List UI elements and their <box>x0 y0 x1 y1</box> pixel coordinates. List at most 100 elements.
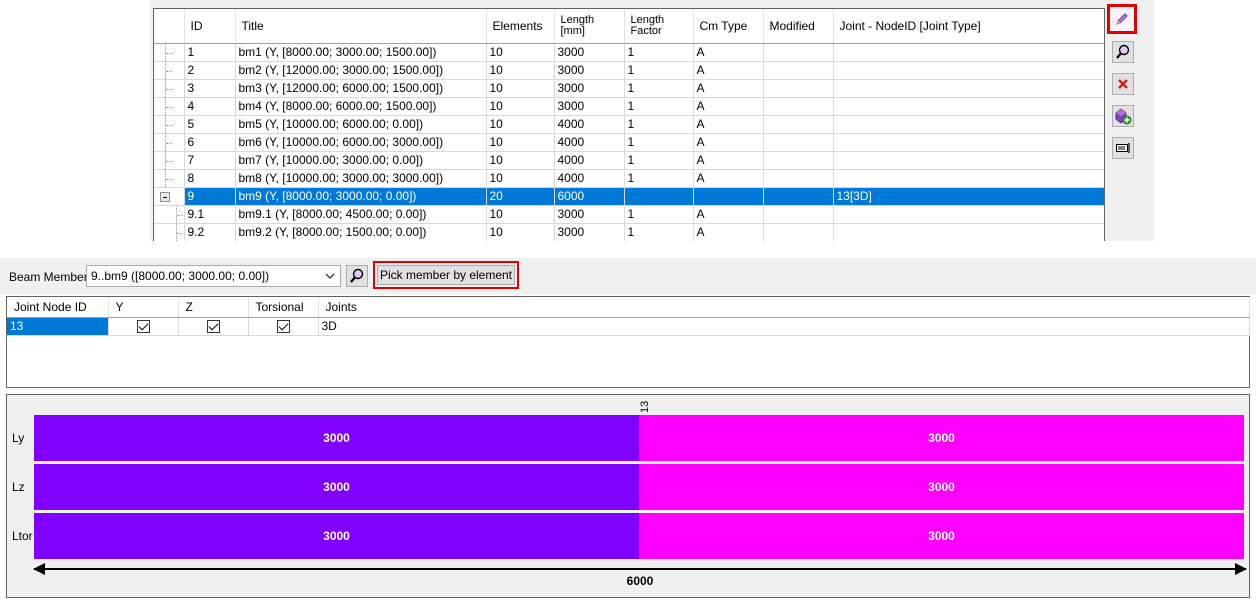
length-factor-cell[interactable]: 1 <box>624 115 694 134</box>
column-header-title[interactable]: Title <box>235 9 487 44</box>
joint-y-cell[interactable] <box>108 317 179 336</box>
length-cell[interactable]: 4000 <box>554 151 625 170</box>
edit-button[interactable] <box>1107 4 1137 34</box>
id-cell[interactable]: 7 <box>184 151 236 170</box>
beam-member-row[interactable]: 9.1 bm9.1 (Y, [8000.00; 4500.00; 0.00]) 10… <box>154 205 1104 224</box>
pick-member-by-element-button[interactable]: Pick member by element <box>373 261 519 289</box>
column-header-id[interactable]: ID <box>184 9 236 44</box>
joint-z-cell[interactable] <box>178 317 249 336</box>
elements-cell[interactable]: 10 <box>486 205 555 224</box>
elements-cell[interactable]: 10 <box>486 169 555 188</box>
joint-cell[interactable] <box>833 205 1104 224</box>
id-cell[interactable]: 9 <box>184 187 236 206</box>
title-cell[interactable]: bm9.1 (Y, [8000.00; 4500.00; 0.00]) <box>235 205 487 224</box>
length-factor-cell[interactable]: 1 <box>624 97 694 116</box>
length-factor-cell[interactable]: 1 <box>624 133 694 152</box>
beam-member-row[interactable]: 5 bm5 (Y, [10000.00; 6000.00; 0.00]) 10 400… <box>154 115 1104 134</box>
title-cell[interactable]: bm8 (Y, [10000.00; 3000.00; 3000.00]) <box>235 169 487 188</box>
length-cell[interactable]: 6000 <box>554 187 625 206</box>
beam-member-row[interactable]: 6 bm6 (Y, [10000.00; 6000.00; 3000.00]) 10… <box>154 133 1104 152</box>
modified-cell[interactable] <box>763 223 834 241</box>
row-tree-cell[interactable] <box>154 97 185 116</box>
row-tree-cell[interactable] <box>154 151 185 170</box>
length-factor-cell[interactable]: 1 <box>624 61 694 80</box>
cm-type-cell[interactable]: A <box>693 133 764 152</box>
title-cell[interactable]: bm6 (Y, [10000.00; 6000.00; 3000.00]) <box>235 133 487 152</box>
length-cell[interactable]: 4000 <box>554 169 625 188</box>
id-cell[interactable]: 2 <box>184 61 236 80</box>
joint-cell[interactable] <box>833 151 1104 170</box>
cm-type-cell[interactable]: A <box>693 223 764 241</box>
joints-row[interactable]: 13 3D <box>7 317 1250 336</box>
beam-member-row[interactable]: 1 bm1 (Y, [8000.00; 3000.00; 1500.00]) 10 3… <box>154 43 1104 62</box>
cm-type-cell[interactable] <box>693 187 764 206</box>
length-cell[interactable]: 4000 <box>554 133 625 152</box>
row-tree-cell[interactable] <box>154 223 185 241</box>
beam-member-row[interactable]: 9.2 bm9.2 (Y, [8000.00; 1500.00; 0.00]) 10… <box>154 223 1104 241</box>
id-cell[interactable]: 6 <box>184 133 236 152</box>
elements-cell[interactable]: 20 <box>486 187 555 206</box>
length-cell[interactable]: 3000 <box>554 205 625 224</box>
id-cell[interactable]: 1 <box>184 43 236 62</box>
joint-torsional-checkbox[interactable] <box>276 320 290 334</box>
joint-node-id-cell[interactable]: 13 <box>7 317 109 336</box>
joint-cell[interactable] <box>833 79 1104 98</box>
id-cell[interactable]: 3 <box>184 79 236 98</box>
modified-cell[interactable] <box>763 79 834 98</box>
column-header-cm-type[interactable]: Cm Type <box>693 9 764 44</box>
id-cell[interactable]: 4 <box>184 97 236 116</box>
length-factor-cell[interactable]: 1 <box>624 43 694 62</box>
length-factor-cell[interactable]: 1 <box>624 205 694 224</box>
elements-cell[interactable]: 10 <box>486 133 555 152</box>
modified-cell[interactable] <box>763 61 834 80</box>
id-cell[interactable]: 8 <box>184 169 236 188</box>
joint-cell[interactable] <box>833 97 1104 116</box>
beam-member-row[interactable]: 4 bm4 (Y, [8000.00; 6000.00; 1500.00]) 10 3… <box>154 97 1104 116</box>
cm-type-cell[interactable]: A <box>693 43 764 62</box>
cm-type-cell[interactable]: A <box>693 205 764 224</box>
joint-cell[interactable]: 13[3D] <box>833 187 1104 206</box>
joint-cell[interactable] <box>833 223 1104 241</box>
row-tree-cell[interactable] <box>154 115 185 134</box>
title-cell[interactable]: bm9 (Y, [8000.00; 3000.00; 0.00]) <box>235 187 487 206</box>
cm-type-cell[interactable]: A <box>693 61 764 80</box>
row-tree-cell[interactable] <box>154 169 185 188</box>
joint-z-checkbox[interactable] <box>206 320 220 334</box>
joint-cell[interactable] <box>833 61 1104 80</box>
length-cell[interactable]: 3000 <box>554 43 625 62</box>
modified-cell[interactable] <box>763 205 834 224</box>
cm-type-cell[interactable]: A <box>693 115 764 134</box>
cm-type-cell[interactable]: A <box>693 97 764 116</box>
collapse-icon[interactable] <box>160 191 170 202</box>
modified-cell[interactable] <box>763 187 834 206</box>
column-header-y[interactable]: Y <box>108 297 179 318</box>
title-cell[interactable]: bm4 (Y, [8000.00; 6000.00; 1500.00]) <box>235 97 487 116</box>
row-tree-cell[interactable] <box>154 79 185 98</box>
id-cell[interactable]: 9.1 <box>184 205 236 224</box>
column-header-joints[interactable]: Joints <box>318 297 1250 318</box>
title-cell[interactable]: bm2 (Y, [12000.00; 3000.00; 1500.00]) <box>235 61 487 80</box>
elements-cell[interactable]: 10 <box>486 151 555 170</box>
title-cell[interactable]: bm1 (Y, [8000.00; 3000.00; 1500.00]) <box>235 43 487 62</box>
joint-cell[interactable] <box>833 43 1104 62</box>
row-tree-cell[interactable] <box>154 43 185 62</box>
modified-cell[interactable] <box>763 115 834 134</box>
joint-y-checkbox[interactable] <box>136 320 150 334</box>
title-cell[interactable]: bm5 (Y, [10000.00; 6000.00; 0.00]) <box>235 115 487 134</box>
find-button[interactable] <box>1112 41 1134 63</box>
joint-torsional-cell[interactable] <box>248 317 319 336</box>
beam-member-row[interactable]: 9 bm9 (Y, [8000.00; 3000.00; 0.00]) 20 6000… <box>154 187 1104 206</box>
modified-cell[interactable] <box>763 97 834 116</box>
joint-type-cell[interactable]: 3D <box>318 317 1250 336</box>
row-tree-cell[interactable] <box>154 133 185 152</box>
column-header-joint-node-id[interactable]: Joint Node ID <box>7 297 109 318</box>
row-tree-cell[interactable] <box>154 205 185 224</box>
joint-cell[interactable] <box>833 169 1104 188</box>
modified-cell[interactable] <box>763 151 834 170</box>
elements-cell[interactable]: 10 <box>486 43 555 62</box>
cm-type-cell[interactable]: A <box>693 151 764 170</box>
column-header-z[interactable]: Z <box>178 297 249 318</box>
cm-type-cell[interactable]: A <box>693 169 764 188</box>
title-cell[interactable]: bm7 (Y, [10000.00; 3000.00; 0.00]) <box>235 151 487 170</box>
beam-member-row[interactable]: 7 bm7 (Y, [10000.00; 3000.00; 0.00]) 10 400… <box>154 151 1104 170</box>
